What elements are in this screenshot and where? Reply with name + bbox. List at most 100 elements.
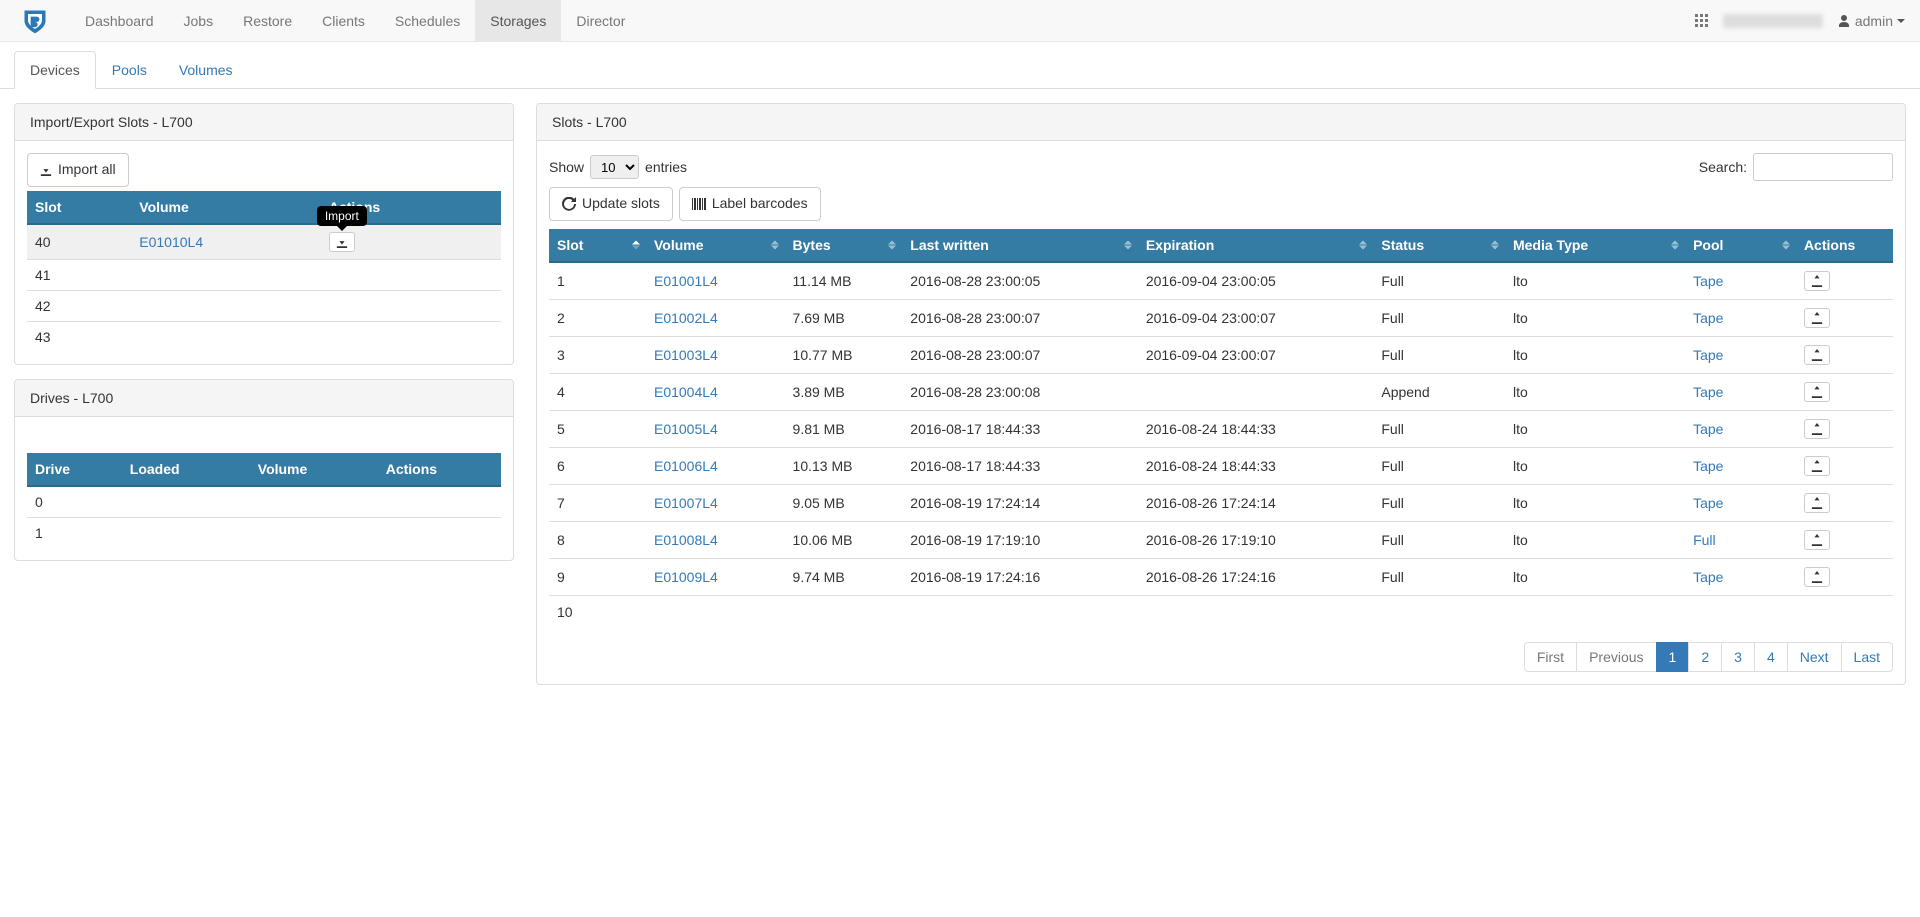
drives-table: Drive Loaded Volume Actions 01 bbox=[27, 453, 501, 548]
volume-link[interactable]: E01006L4 bbox=[654, 458, 718, 474]
col-volume[interactable]: Volume bbox=[646, 229, 785, 262]
pool-link[interactable]: Tape bbox=[1693, 384, 1723, 400]
import-icon bbox=[40, 164, 52, 176]
user-menu[interactable]: admin bbox=[1837, 13, 1905, 29]
tab-volumes[interactable]: Volumes bbox=[163, 51, 249, 89]
cell-last-written: 2016-08-28 23:00:05 bbox=[902, 262, 1138, 300]
page-next[interactable]: Next bbox=[1787, 642, 1842, 672]
cell-pool: Full bbox=[1685, 521, 1796, 558]
table-row: 4E01004L43.89 MB2016-08-28 23:00:08Appen… bbox=[549, 373, 1893, 410]
import-all-button[interactable]: Import all bbox=[27, 153, 129, 187]
page-last[interactable]: Last bbox=[1841, 642, 1893, 672]
pool-link[interactable]: Tape bbox=[1693, 569, 1723, 585]
volume-link[interactable]: E01003L4 bbox=[654, 347, 718, 363]
pool-link[interactable]: Tape bbox=[1693, 273, 1723, 289]
export-slot-button[interactable] bbox=[1804, 345, 1830, 365]
export-slot-button[interactable] bbox=[1804, 456, 1830, 476]
label-barcodes-button[interactable]: Label barcodes bbox=[679, 187, 821, 221]
pool-link[interactable]: Tape bbox=[1693, 347, 1723, 363]
cell-slot: 10 bbox=[549, 595, 646, 628]
pool-link[interactable]: Tape bbox=[1693, 310, 1723, 326]
cell-actions: Import bbox=[321, 224, 501, 260]
col-pool[interactable]: Pool bbox=[1685, 229, 1796, 262]
cell-slot: 43 bbox=[27, 321, 131, 352]
page-1[interactable]: 1 bbox=[1656, 642, 1690, 672]
col-slot[interactable]: Slot bbox=[549, 229, 646, 262]
col-bytes[interactable]: Bytes bbox=[785, 229, 903, 262]
nav-item-clients[interactable]: Clients bbox=[307, 0, 380, 41]
col-volume[interactable]: Volume bbox=[131, 191, 321, 224]
export-slot-button[interactable] bbox=[1804, 271, 1830, 291]
cell-actions bbox=[1796, 299, 1893, 336]
volume-link[interactable]: E01002L4 bbox=[654, 310, 718, 326]
col-drive[interactable]: Drive bbox=[27, 453, 122, 486]
pool-link[interactable]: Tape bbox=[1693, 421, 1723, 437]
col-expiration[interactable]: Expiration bbox=[1138, 229, 1374, 262]
export-slot-button[interactable] bbox=[1804, 493, 1830, 513]
col-status[interactable]: Status bbox=[1373, 229, 1505, 262]
cell-volume: E01010L4 bbox=[131, 224, 321, 260]
nav-item-director[interactable]: Director bbox=[561, 0, 640, 41]
update-slots-button[interactable]: Update slots bbox=[549, 187, 673, 221]
cell-status: Full bbox=[1373, 484, 1505, 521]
apps-grid-icon[interactable] bbox=[1695, 14, 1709, 28]
page-3[interactable]: 3 bbox=[1721, 642, 1755, 672]
table-row: 10 bbox=[549, 595, 1893, 628]
page-4[interactable]: 4 bbox=[1754, 642, 1788, 672]
cell-expiration: 2016-09-04 23:00:07 bbox=[1138, 299, 1374, 336]
volume-link[interactable]: E01007L4 bbox=[654, 495, 718, 511]
nav-item-restore[interactable]: Restore bbox=[228, 0, 307, 41]
page-2[interactable]: 2 bbox=[1688, 642, 1722, 672]
tab-pools[interactable]: Pools bbox=[96, 51, 163, 89]
pool-link[interactable]: Full bbox=[1693, 532, 1716, 548]
nav-item-dashboard[interactable]: Dashboard bbox=[70, 0, 169, 41]
cell-slot: 40 bbox=[27, 224, 131, 260]
cell-status: Full bbox=[1373, 299, 1505, 336]
volume-link[interactable]: E01008L4 bbox=[654, 532, 718, 548]
cell-last-written: 2016-08-17 18:44:33 bbox=[902, 447, 1138, 484]
tab-devices[interactable]: Devices bbox=[14, 51, 96, 89]
volume-link[interactable]: E01001L4 bbox=[654, 273, 718, 289]
nav-item-storages[interactable]: Storages bbox=[475, 0, 561, 41]
export-slot-button[interactable] bbox=[1804, 530, 1830, 550]
export-icon bbox=[1811, 534, 1823, 546]
show-label: Show bbox=[549, 159, 584, 175]
table-row: 42 bbox=[27, 290, 501, 321]
cell-last-written: 2016-08-19 17:24:14 bbox=[902, 484, 1138, 521]
nav-item-jobs[interactable]: Jobs bbox=[169, 0, 229, 41]
table-row: 2E01002L47.69 MB2016-08-28 23:00:072016-… bbox=[549, 299, 1893, 336]
cell-expiration: 2016-08-26 17:19:10 bbox=[1138, 521, 1374, 558]
cell-bytes: 9.81 MB bbox=[785, 410, 903, 447]
volume-link[interactable]: E01010L4 bbox=[139, 234, 203, 250]
nav-item-schedules[interactable]: Schedules bbox=[380, 0, 475, 41]
page-length-select[interactable]: 10 bbox=[590, 155, 639, 179]
table-row: 5E01005L49.81 MB2016-08-17 18:44:332016-… bbox=[549, 410, 1893, 447]
export-slot-button[interactable] bbox=[1804, 419, 1830, 439]
page-first: First bbox=[1524, 642, 1577, 672]
col-media-type[interactable]: Media Type bbox=[1505, 229, 1685, 262]
export-slot-button[interactable] bbox=[1804, 382, 1830, 402]
col-loaded[interactable]: Loaded bbox=[122, 453, 250, 486]
cell-pool: Tape bbox=[1685, 262, 1796, 300]
cell-actions bbox=[378, 517, 501, 548]
cell-bytes: 10.13 MB bbox=[785, 447, 903, 484]
pool-link[interactable]: Tape bbox=[1693, 495, 1723, 511]
col-last-written[interactable]: Last written bbox=[902, 229, 1138, 262]
search-input[interactable] bbox=[1753, 153, 1893, 181]
cell-expiration: 2016-08-24 18:44:33 bbox=[1138, 447, 1374, 484]
col-slot[interactable]: Slot bbox=[27, 191, 131, 224]
volume-link[interactable]: E01009L4 bbox=[654, 569, 718, 585]
volume-link[interactable]: E01005L4 bbox=[654, 421, 718, 437]
pool-link[interactable]: Tape bbox=[1693, 458, 1723, 474]
slots-table: Slot Volume Bytes Last written Expiratio… bbox=[549, 229, 1893, 628]
col-volume[interactable]: Volume bbox=[250, 453, 378, 486]
panel-title-drives: Drives - L700 bbox=[15, 380, 513, 417]
volume-link[interactable]: E01004L4 bbox=[654, 384, 718, 400]
export-slot-button[interactable] bbox=[1804, 567, 1830, 587]
cell-slot: 4 bbox=[549, 373, 646, 410]
export-slot-button[interactable] bbox=[1804, 308, 1830, 328]
brand-logo[interactable] bbox=[0, 0, 70, 41]
col-actions[interactable]: Actions bbox=[378, 453, 501, 486]
cell-last-written: 2016-08-19 17:24:16 bbox=[902, 558, 1138, 595]
table-row: 3E01003L410.77 MB2016-08-28 23:00:072016… bbox=[549, 336, 1893, 373]
